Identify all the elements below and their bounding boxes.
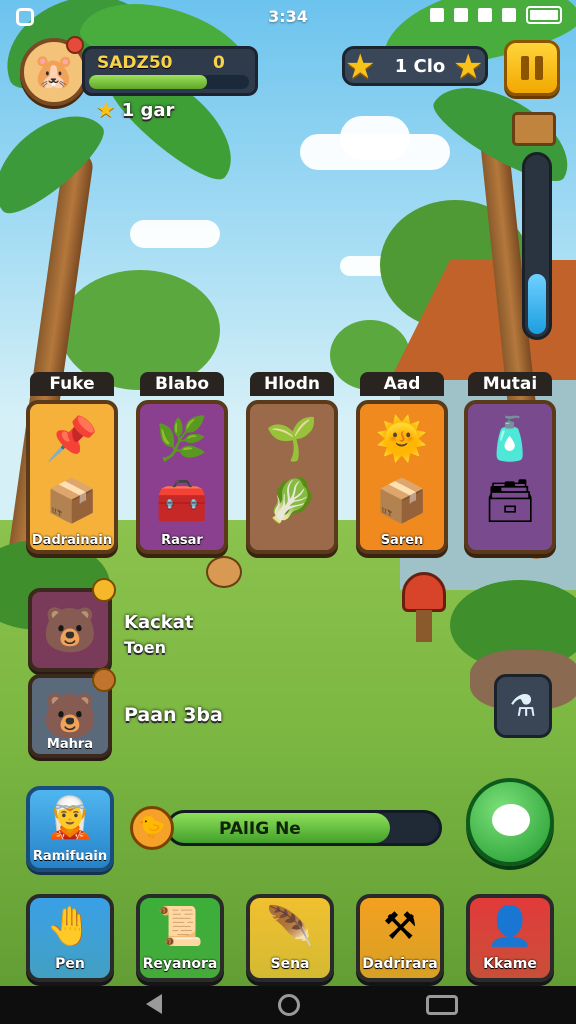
- hamster-character: [206, 556, 242, 588]
- chest-icon: 🧰: [155, 476, 209, 525]
- battery-icon: [526, 6, 562, 24]
- quest-sublabel: Mahra: [46, 737, 94, 752]
- nav-button[interactable]: 🤚 Pen: [26, 894, 114, 982]
- star-currency-icon: ★: [345, 47, 376, 87]
- feather-icon: 🪶: [266, 904, 314, 948]
- task-progress-label: PAlIG Ne: [219, 819, 301, 839]
- mailbox: [402, 572, 446, 612]
- currency-amount: 1 Clo: [394, 56, 446, 77]
- quest-badge: [92, 578, 116, 602]
- nav-button[interactable]: 📜 Reyanora: [136, 894, 224, 982]
- inventory-side-button[interactable]: ⚗: [494, 674, 552, 738]
- notification-icon: [430, 8, 444, 22]
- mailbox-post: [416, 610, 432, 642]
- nav-label: Dadrirara: [362, 956, 438, 972]
- pause-button[interactable]: [504, 40, 560, 96]
- avatar-notification-badge: [66, 36, 84, 54]
- storage-meter-fill: [528, 273, 546, 334]
- player-info-panel[interactable]: SADZ50 0: [82, 46, 258, 96]
- category-label: Rasar: [161, 533, 203, 548]
- back-icon[interactable]: [146, 994, 162, 1014]
- recents-icon[interactable]: [426, 995, 458, 1015]
- nav-label: Kkame: [483, 956, 537, 972]
- quest-title: Paan 3ba: [124, 704, 223, 726]
- cloud: [340, 116, 410, 160]
- elf-icon: 🧝: [45, 795, 95, 841]
- crate-icon: [512, 112, 556, 146]
- home-icon[interactable]: [278, 994, 300, 1016]
- quest-subtitle: Toen: [124, 638, 167, 657]
- nav-button[interactable]: 🪶 Sena: [246, 894, 334, 982]
- bundle-icon: 🥬: [265, 476, 319, 525]
- category-title: Blabo: [140, 372, 224, 396]
- chat-button[interactable]: [466, 778, 554, 866]
- category-card[interactable]: 🧴 🗃: [464, 400, 556, 554]
- box-icon: 🗃: [483, 476, 537, 525]
- nav-label: Reyanora: [142, 956, 218, 972]
- status-icons: [430, 6, 562, 24]
- leaf-icon: 🌿: [155, 414, 209, 463]
- category-title: Mutai: [468, 372, 552, 396]
- chat-bubble-icon: [492, 804, 530, 836]
- person-icon: 👤: [486, 904, 534, 948]
- tool-icon: ⚗: [509, 688, 537, 724]
- sun-face-icon: 🌞: [375, 414, 429, 463]
- category-title: Hlodn: [250, 372, 334, 396]
- category-title: Fuke: [30, 372, 114, 396]
- player-score: 0: [213, 53, 225, 73]
- helper-button[interactable]: 🧝 Ramifuain: [26, 786, 114, 872]
- category-card[interactable]: 📌 📦 Dadrainain: [26, 400, 118, 554]
- category-card[interactable]: 🌱 🥬: [246, 400, 338, 554]
- signal-icon: [478, 8, 492, 22]
- currency-panel[interactable]: ★ 1 Clo ★: [342, 46, 488, 87]
- nav-button[interactable]: ⚒ Dadrirara: [356, 894, 444, 982]
- quest-badge: [92, 668, 116, 692]
- pause-icon-bar: [535, 56, 543, 80]
- quest-title: Kackat: [124, 612, 194, 633]
- herb-icon: 🌱: [265, 414, 319, 463]
- nav-button[interactable]: 👤 Kkame: [466, 894, 554, 982]
- xp-bar-fill: [89, 75, 208, 89]
- network-icon: [502, 8, 516, 22]
- system-navigation-bar: [0, 986, 576, 1024]
- hand-icon: 🤚: [46, 904, 94, 948]
- status-bar: 3:34: [0, 0, 576, 34]
- scroll-icon: 📜: [156, 904, 204, 948]
- star-currency-icon: ★: [453, 47, 484, 87]
- task-progress: PAlIG Ne 🐤: [130, 806, 442, 850]
- pause-icon-bar: [521, 56, 529, 80]
- wifi-icon: [454, 8, 468, 22]
- crate-icon: 📦: [45, 476, 99, 525]
- category-title: Aad: [360, 372, 444, 396]
- storage-meter: [522, 152, 552, 340]
- xp-bar: [89, 75, 249, 89]
- category-card[interactable]: 🌞 📦 Saren: [356, 400, 448, 554]
- category-label: Dadrainain: [31, 533, 113, 548]
- crate-icon: 📦: [375, 476, 429, 525]
- chick-icon: 🐤: [130, 806, 174, 850]
- map-pin-icon: 📌: [45, 414, 99, 463]
- cloud: [130, 220, 220, 248]
- level-star-icon: ★: [96, 98, 116, 123]
- nav-label: Sena: [270, 956, 310, 972]
- category-card[interactable]: 🌿 🧰 Rasar: [136, 400, 228, 554]
- player-name: SADZ50: [97, 53, 173, 73]
- nav-label: Pen: [55, 956, 85, 972]
- helper-label: Ramifuain: [32, 849, 108, 864]
- category-label: Saren: [380, 533, 424, 548]
- crossed-tools-icon: ⚒: [382, 904, 418, 948]
- level-label: 1 gar: [121, 100, 175, 121]
- level-indicator: ★ 1 gar: [96, 98, 174, 123]
- task-progress-track: PAlIG Ne: [166, 810, 442, 846]
- jar-icon: 🧴: [483, 414, 537, 463]
